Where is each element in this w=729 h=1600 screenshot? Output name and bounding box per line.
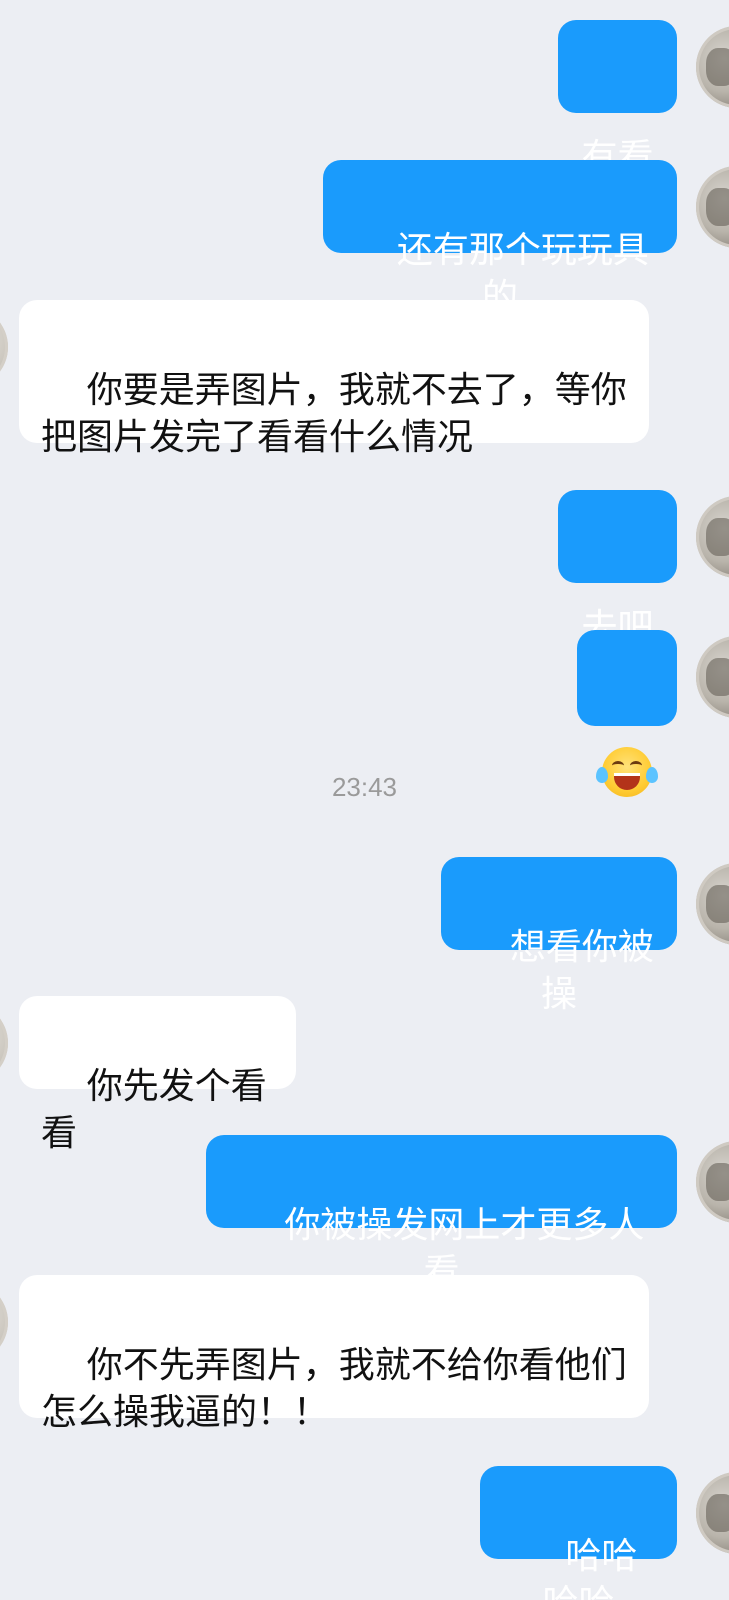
avatar[interactable] — [0, 306, 8, 388]
message-text: 你要是弄图片，我就不去了，等你把图片发完了看看什么情况 — [41, 370, 627, 458]
message-bubble-outgoing[interactable]: 你被操发网上才更多人看 — [206, 1135, 677, 1293]
message-bubble-outgoing[interactable]: 还有那个玩玩具的 — [323, 160, 677, 318]
message-bubble-incoming[interactable]: 你要是弄图片，我就不去了，等你把图片发完了看看什么情况 — [19, 300, 649, 458]
avatar[interactable] — [0, 1002, 8, 1084]
message-text: 哈哈哈哈 — [542, 1536, 638, 1600]
avatar[interactable] — [696, 1472, 729, 1554]
avatar[interactable] — [696, 1141, 729, 1223]
chat-view: 有看 还有那个玩玩具的 你要是弄图片，我就不去了，等你把图片发完了看看什么情况 … — [0, 0, 729, 1600]
avatar[interactable] — [696, 496, 729, 578]
avatar[interactable] — [696, 166, 729, 248]
message-bubble-outgoing[interactable]: 哈哈哈哈 — [480, 1466, 677, 1600]
avatar[interactable] — [696, 26, 729, 108]
message-bubble-outgoing[interactable]: 去吧 — [558, 490, 677, 648]
message-bubble-incoming[interactable]: 你不先弄图片，我就不给你看他们怎么操我逼的！！ — [19, 1275, 649, 1433]
message-bubble-incoming[interactable]: 你先发个看看 — [19, 996, 296, 1154]
avatar[interactable] — [0, 1281, 8, 1363]
message-bubble-outgoing[interactable] — [577, 630, 677, 797]
message-text: 你不先弄图片，我就不给你看他们怎么操我逼的！！ — [41, 1345, 627, 1433]
message-bubble-outgoing[interactable]: 有看 — [558, 20, 677, 178]
avatar[interactable] — [696, 636, 729, 718]
message-bubble-outgoing[interactable]: 想看你被操 — [441, 857, 677, 1015]
avatar[interactable] — [696, 863, 729, 945]
timestamp: 23:43 — [331, 772, 398, 802]
